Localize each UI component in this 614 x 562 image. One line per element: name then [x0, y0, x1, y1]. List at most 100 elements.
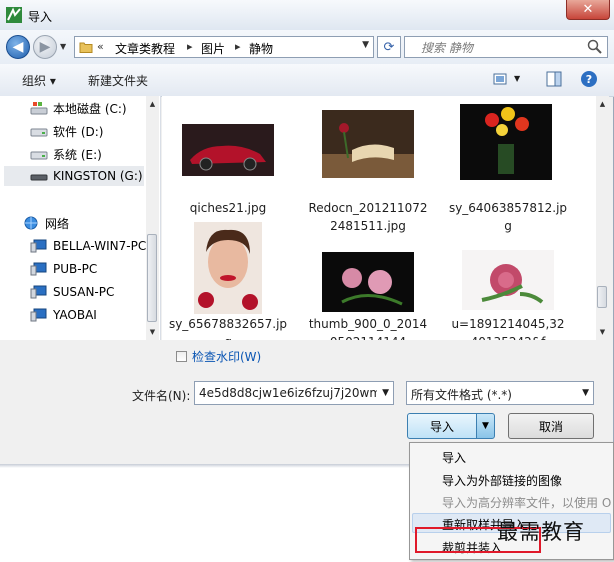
file-item[interactable]: qiches21.jpg [168, 104, 288, 217]
title-bar[interactable]: 导入 ✕ [0, 0, 614, 30]
file-item[interactable]: Redocn_2012110722481511.jpg [308, 104, 428, 235]
back-button[interactable]: ◀ [6, 35, 30, 59]
sidebar-item-bella-win7-pc[interactable]: BELLA-WIN7-PC [30, 236, 146, 256]
portrait-thumbnail-image [194, 222, 262, 314]
sidebar-item-network[interactable]: 网络 [22, 213, 69, 233]
book-rose-thumbnail-image [322, 110, 414, 178]
sidebar-item-label: PUB-PC [53, 262, 98, 276]
sidebar-item-yaobai[interactable]: YAOBAI [30, 305, 97, 325]
menu-item-import[interactable]: 导入 [442, 449, 466, 466]
file-item[interactable]: thumb_900_0_20140502114144 [308, 220, 428, 340]
check-watermark-option[interactable]: 检查水印(W) [176, 348, 261, 364]
app-logo-icon [6, 7, 22, 23]
file-name: sy_65678832657.jpg [168, 317, 288, 340]
sidebar-scrollbar[interactable]: ▲ ▼ [146, 96, 159, 340]
sidebar-item-pub-pc[interactable]: PUB-PC [30, 259, 97, 279]
svg-text:?: ? [586, 73, 592, 86]
network-icon [24, 216, 38, 230]
scroll-up-icon[interactable]: ▲ [146, 98, 159, 111]
window-shadow [0, 464, 410, 468]
preview-pane-icon[interactable] [545, 70, 563, 88]
history-dropdown-icon[interactable]: ▼ [60, 42, 66, 51]
computer-icon [30, 308, 47, 322]
sidebar-item-label: 系统 (E:) [53, 147, 102, 162]
sidebar-item-label: YAOBAI [53, 308, 97, 322]
new-folder-button[interactable]: 新建文件夹 [88, 72, 148, 89]
address-dropdown-icon[interactable]: ▼ [362, 40, 369, 50]
file-thumbnail [308, 104, 428, 199]
navigation-bar: ◀ ▶ ▼ « 文章类教程 ▸ 图片 ▸ 静物 ▼ ⟳ [0, 30, 614, 64]
scroll-down-icon[interactable]: ▼ [146, 326, 159, 339]
computer-icon [30, 262, 47, 276]
chevron-down-icon[interactable]: ▼ [382, 388, 389, 398]
flowers-vase-thumbnail-image [460, 104, 552, 180]
file-type-select[interactable]: 所有文件格式 (*.*) ▼ [406, 381, 594, 405]
roses-thumbnail-image [322, 252, 414, 312]
forward-button[interactable]: ▶ [33, 35, 57, 59]
view-mode-icon[interactable] [492, 70, 510, 88]
overlay-watermark-text: 最需教育 [497, 520, 585, 544]
search-box[interactable] [404, 36, 608, 58]
chevron-down-icon: ▼ [482, 421, 489, 431]
file-thumbnail [308, 220, 428, 315]
address-bar[interactable]: « 文章类教程 ▸ 图片 ▸ 静物 ▼ [74, 36, 374, 58]
cancel-button[interactable]: 取消 [508, 413, 594, 439]
scroll-up-icon[interactable]: ▲ [596, 98, 609, 111]
computer-icon [30, 239, 47, 253]
filename-label: 文件名(N): [132, 389, 191, 403]
refresh-button[interactable]: ⟳ [377, 36, 401, 58]
scroll-down-icon[interactable]: ▼ [596, 326, 609, 339]
watermark-checkbox[interactable] [176, 350, 187, 362]
filename-combobox[interactable]: 4e5d8d8cjw1e6iz6fzuj7j20wm0 ▼ [194, 381, 394, 405]
search-input[interactable] [419, 39, 583, 57]
scrollbar-thumb[interactable] [147, 234, 157, 322]
pink-rose-thumbnail-image [462, 250, 554, 310]
help-icon[interactable]: ? [580, 70, 598, 88]
breadcrumb-separator[interactable]: ▸ [235, 40, 241, 53]
breadcrumb-item[interactable]: 文章类教程 [115, 40, 175, 57]
sidebar-item-label: 本地磁盘 (C:) [53, 101, 127, 116]
menu-item-import-hires: 导入为高分辨率文件，以使用 O [442, 496, 612, 510]
sidebar-item-label: 软件 (D:) [53, 124, 104, 139]
close-button[interactable]: ✕ [566, 0, 610, 20]
drive-icon [30, 151, 48, 160]
file-type-value: 所有文件格式 (*.*) [411, 388, 512, 402]
breadcrumb-separator[interactable]: ▸ [187, 40, 193, 53]
watermark-label[interactable]: 检查水印(W) [192, 348, 261, 365]
filename-field[interactable]: 4e5d8d8cjw1e6iz6fzuj7j20wm0 [199, 386, 377, 400]
file-thumbnail [168, 104, 288, 199]
breadcrumb-item[interactable]: 静物 [249, 40, 273, 57]
view-dropdown-icon[interactable]: ▼ [514, 74, 520, 83]
sidebar-item-susan-pc[interactable]: SUSAN-PC [30, 282, 114, 302]
folder-icon [79, 42, 93, 53]
breadcrumb-overflow[interactable]: « [97, 40, 104, 53]
windows-drive-icon [30, 102, 48, 115]
import-dialog: 导入 ✕ ◀ ▶ ▼ « 文章类教程 ▸ 图片 ▸ 静物 ▼ ⟳ 组织 ▾ 新建… [0, 0, 614, 464]
file-thumbnail [448, 104, 568, 199]
chevron-down-icon[interactable]: ▼ [582, 388, 589, 398]
file-list-scrollbar[interactable]: ▲ ▼ [596, 96, 609, 340]
navigation-pane: 本地磁盘 (C:) 软件 (D:) 系统 (E:) KINGSTON (G:) … [0, 96, 161, 340]
sidebar-item-label: SUSAN-PC [53, 285, 115, 299]
sidebar-item-kingston-g[interactable]: KINGSTON (G:) [4, 166, 144, 186]
sidebar-item-label: 网络 [45, 216, 70, 231]
breadcrumb-item[interactable]: 图片 [201, 40, 225, 57]
window-title: 导入 [28, 10, 53, 24]
sidebar-item-label: BELLA-WIN7-PC [53, 239, 147, 253]
menu-item-import-linked[interactable]: 导入为外部链接的图像 [442, 472, 562, 489]
scrollbar-thumb[interactable] [597, 286, 607, 308]
sidebar-item-local-disk-c[interactable]: 本地磁盘 (C:) [30, 98, 127, 118]
search-icon[interactable] [587, 39, 603, 55]
file-item[interactable]: sy_64063857812.jpg [448, 104, 568, 235]
file-item[interactable]: u=1891214045,3240135242&f [448, 220, 568, 340]
sidebar-item-label: KINGSTON (G:) [53, 169, 143, 183]
import-button[interactable]: 导入 [407, 413, 477, 439]
sidebar-item-drive-e[interactable]: 系统 (E:) [30, 144, 102, 164]
usb-drive-icon [30, 174, 48, 181]
file-item[interactable]: sy_65678832657.jpg [168, 220, 288, 340]
import-dropdown-button[interactable]: ▼ [476, 413, 495, 439]
drive-icon [30, 128, 48, 137]
sidebar-item-drive-d[interactable]: 软件 (D:) [30, 121, 103, 141]
file-thumbnail [168, 220, 288, 315]
organize-menu[interactable]: 组织 ▾ [22, 72, 56, 89]
